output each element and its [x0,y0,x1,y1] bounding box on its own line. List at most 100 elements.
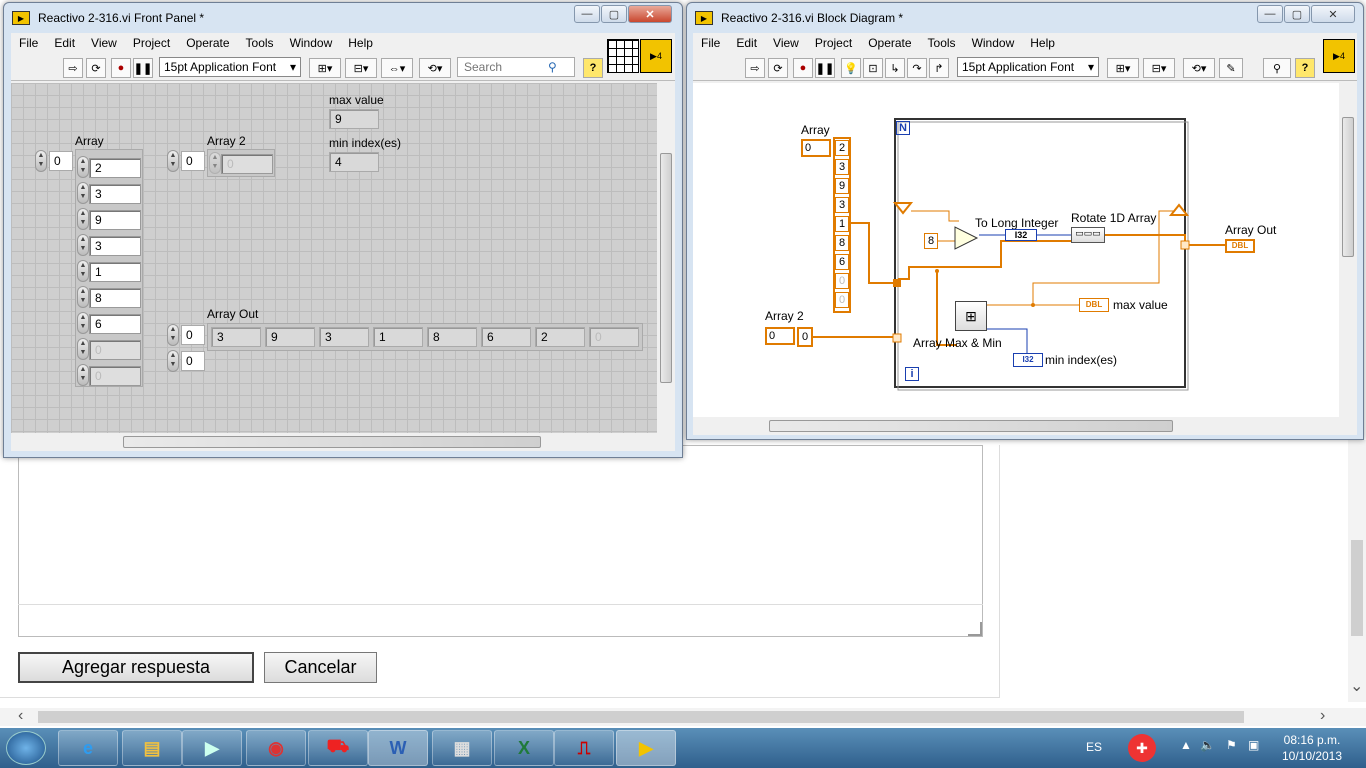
front-panel-horizontal-scrollbar[interactable] [11,433,675,451]
search-box[interactable]: ⚲ [457,57,575,77]
array2-element[interactable]: 0 [221,154,273,174]
array-index-spinner[interactable]: ▲ ▼ [35,150,47,172]
bd-menu-edit[interactable]: Edit [728,36,765,50]
abort-icon[interactable]: ● [111,58,131,78]
resize-objects-icon[interactable]: ⇔▾ [381,58,413,78]
volume-icon[interactable]: 🔈 [1200,738,1215,752]
bd-array-el-7[interactable]: 0 [835,273,849,289]
bd-menu-tools[interactable]: Tools [920,36,964,50]
to-long-integer-node[interactable]: I32 [1005,229,1037,241]
element-spinner-5[interactable]: ▲ ▼ [77,286,89,308]
clock-time[interactable]: 08:16 p.m. [1280,733,1344,747]
array-out-col-spinner[interactable]: ▲ ▼ [167,350,179,372]
shopping-icon[interactable]: ⛟ [308,730,368,766]
bd-array-el-4[interactable]: 1 [835,216,849,232]
bd-min-index-indicator[interactable]: I32 [1013,353,1043,367]
menu-edit[interactable]: Edit [46,36,83,50]
array-element-1[interactable]: 3 [89,184,141,204]
start-button[interactable] [6,731,46,765]
menu-project[interactable]: Project [125,36,178,50]
bd-array-index[interactable]: 0 [801,139,831,157]
notification-icon[interactable]: ✚ [1128,734,1156,762]
element-spinner-0[interactable]: ▲ ▼ [77,156,89,178]
language-indicator[interactable]: ES [1086,740,1102,754]
menu-tools[interactable]: Tools [238,36,282,50]
bd-minimize-button[interactable]: — [1257,5,1283,23]
bd-maximize-button[interactable]: ▢ [1284,5,1310,23]
pdf-reader-icon[interactable]: ⎍ [554,730,614,766]
array-element-5[interactable]: 8 [89,288,141,308]
step-out-icon[interactable]: ↱ [929,58,949,78]
help-icon[interactable]: ? [583,58,603,78]
array-element-7[interactable]: 0 [89,340,141,360]
menu-operate[interactable]: Operate [178,36,237,50]
menu-view[interactable]: View [83,36,125,50]
rotate-1d-array-node[interactable]: ▭▭▭ [1071,227,1105,243]
scroll-down-icon[interactable]: ⌄ [1350,676,1363,696]
bd-vertical-scroll-thumb[interactable] [1342,117,1354,257]
bd-array2-element[interactable]: 0 [797,327,813,347]
front-panel-horizontal-scroll-thumb[interactable] [123,436,541,448]
retain-wire-values-icon[interactable]: ⊡ [863,58,883,78]
element-spinner-7[interactable]: ▲ ▼ [77,338,89,360]
bd-array-out-indicator[interactable]: DBL [1225,239,1255,253]
bd-horizontal-scroll-thumb[interactable] [769,420,1173,432]
scroll-left-icon[interactable]: ‹ [18,707,23,725]
bd-array-el-6[interactable]: 6 [835,254,849,270]
array-out-row-spinner[interactable]: ▲ ▼ [167,324,179,346]
scroll-right-icon[interactable]: › [1320,707,1325,725]
bd-search-icon[interactable]: ⚲ [1263,58,1291,78]
bd-pause-icon[interactable]: ❚❚ [815,58,835,78]
element-spinner-2[interactable]: ▲ ▼ [77,208,89,230]
step-into-icon[interactable]: ↳ [885,58,905,78]
file-explorer-icon[interactable]: ▤ [122,730,182,766]
bd-horizontal-scrollbar[interactable] [693,417,1357,435]
element-spinner-1[interactable]: ▲ ▼ [77,182,89,204]
array-element-0[interactable]: 2 [89,158,141,178]
clean-up-diagram-icon[interactable]: ✎ [1219,58,1243,78]
answer-textarea[interactable] [18,445,983,637]
bd-menu-operate[interactable]: Operate [860,36,919,50]
menu-help[interactable]: Help [340,36,381,50]
array-max-min-node[interactable]: ⊞ [955,301,987,331]
array-element-8[interactable]: 0 [89,366,141,386]
tray-expand-icon[interactable]: ▲ [1180,738,1192,752]
search-input[interactable] [458,60,548,74]
run-continuously-icon[interactable]: ⟳ [86,58,106,78]
array-element-3[interactable]: 3 [89,236,141,256]
bd-max-value-indicator[interactable]: DBL [1079,298,1109,312]
bd-menu-view[interactable]: View [765,36,807,50]
array2-element-spinner[interactable]: ▲ ▼ [209,152,221,174]
maximize-button[interactable]: ▢ [601,5,627,23]
bd-array-el-8[interactable]: 0 [835,292,849,308]
bd-run-continuously-icon[interactable]: ⟳ [768,58,788,78]
reorder-icon[interactable]: ⟲▾ [419,58,451,78]
clock-date[interactable]: 10/10/2013 [1280,749,1344,763]
bd-run-arrow-icon[interactable]: ⇨ [745,58,765,78]
submit-answer-button[interactable]: Agregar respuesta [18,652,254,683]
distribute-objects-icon[interactable]: ⊟▾ [345,58,377,78]
array2-index-spinner[interactable]: ▲ ▼ [167,150,179,172]
highlight-execution-icon[interactable]: 💡 [841,58,861,78]
resize-handle[interactable] [968,622,982,636]
array-element-2[interactable]: 9 [89,210,141,230]
page-vertical-scroll-thumb[interactable] [1351,540,1363,636]
pause-icon[interactable]: ❚❚ [133,58,153,78]
connector-pane-icon[interactable] [607,39,639,73]
bd-help-icon[interactable]: ? [1295,58,1315,78]
array-out-col-index[interactable]: 0 [181,351,205,371]
bd-array-el-2[interactable]: 9 [835,178,849,194]
excel-icon[interactable]: X [494,730,554,766]
media-player-icon[interactable]: ▶ [182,730,242,766]
flag-icon[interactable]: ⚑ [1226,738,1237,752]
chrome-icon[interactable]: ◉ [246,730,306,766]
page-horizontal-scroll-thumb[interactable] [38,711,1244,723]
array-element-4[interactable]: 1 [89,262,141,282]
search-icon[interactable]: ⚲ [548,60,557,74]
menu-file[interactable]: File [11,36,46,50]
subtract-node[interactable] [954,226,979,250]
close-button[interactable]: ✕ [628,5,672,23]
cancel-button[interactable]: Cancelar [264,652,377,683]
bd-close-button[interactable]: ✕ [1311,5,1355,23]
loop-count-terminal[interactable]: N [896,121,910,135]
